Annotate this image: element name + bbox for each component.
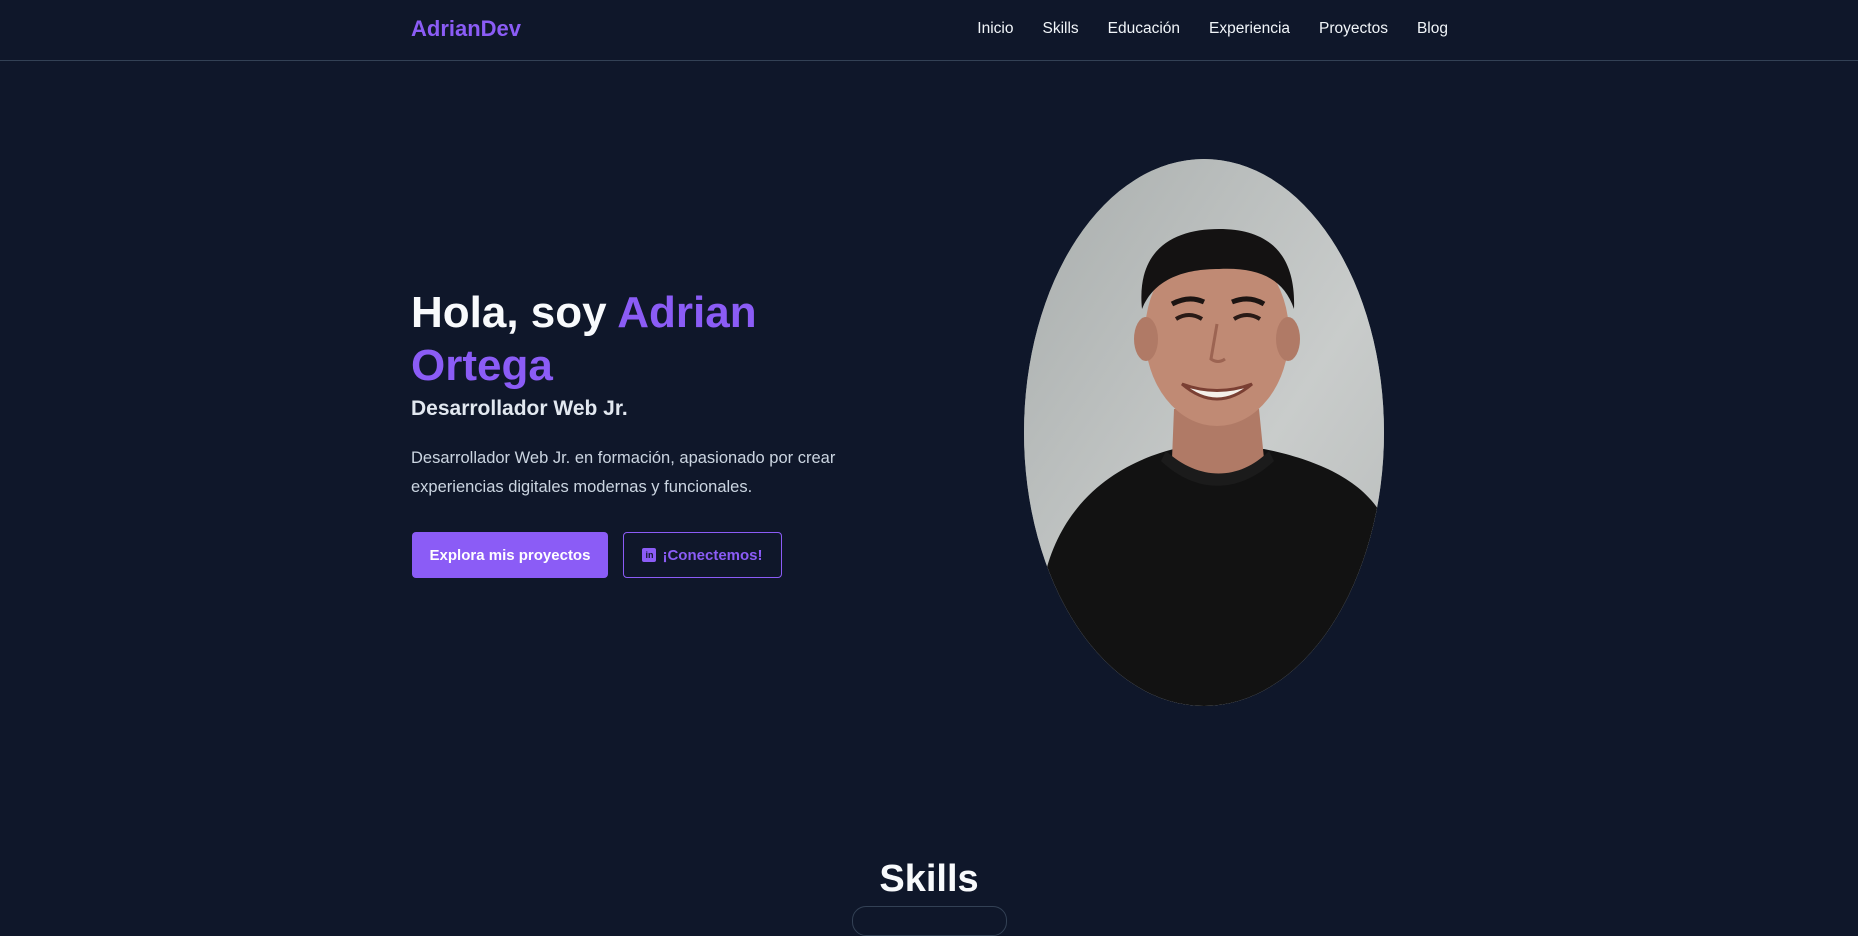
nav-link-blog[interactable]: Blog (1417, 20, 1448, 37)
explore-projects-button[interactable]: Explora mis proyectos (412, 532, 608, 578)
profile-photo (1024, 159, 1384, 706)
nav-link-skills[interactable]: Skills (1042, 20, 1078, 37)
brand-logo[interactable]: AdrianDev (411, 16, 521, 42)
nav-item: Proyectos (1319, 20, 1388, 38)
hero-title: Hola, soy Adrian Ortega (411, 286, 891, 392)
nav-item: Skills (1042, 20, 1078, 38)
hero-greeting: Hola, soy (411, 288, 618, 337)
nav-link-inicio[interactable]: Inicio (977, 20, 1013, 37)
connect-label: ¡Conectemos! (662, 546, 763, 564)
profile-photo-illustration (1024, 159, 1384, 706)
navbar: AdrianDev Inicio Skills Educación Experi… (0, 0, 1858, 61)
nav-item: Inicio (977, 20, 1013, 38)
skills-filter-tabs[interactable] (852, 906, 1007, 936)
linkedin-icon: in (642, 548, 657, 562)
nav-link-proyectos[interactable]: Proyectos (1319, 20, 1388, 37)
nav-item: Experiencia (1209, 20, 1290, 38)
hero-description: Desarrollador Web Jr. en formación, apas… (411, 449, 836, 496)
nav-item: Blog (1417, 20, 1448, 38)
hero-role: Desarrollador Web Jr. (411, 397, 628, 420)
nav-item: Educación (1108, 20, 1180, 38)
skills-section-title: Skills (879, 858, 979, 900)
connect-linkedin-button[interactable]: in ¡Conectemos! (623, 532, 782, 578)
nav-link-educacion[interactable]: Educación (1108, 20, 1180, 37)
nav-links: Inicio Skills Educación Experiencia Proy… (977, 20, 1448, 38)
nav-link-experiencia[interactable]: Experiencia (1209, 20, 1290, 37)
